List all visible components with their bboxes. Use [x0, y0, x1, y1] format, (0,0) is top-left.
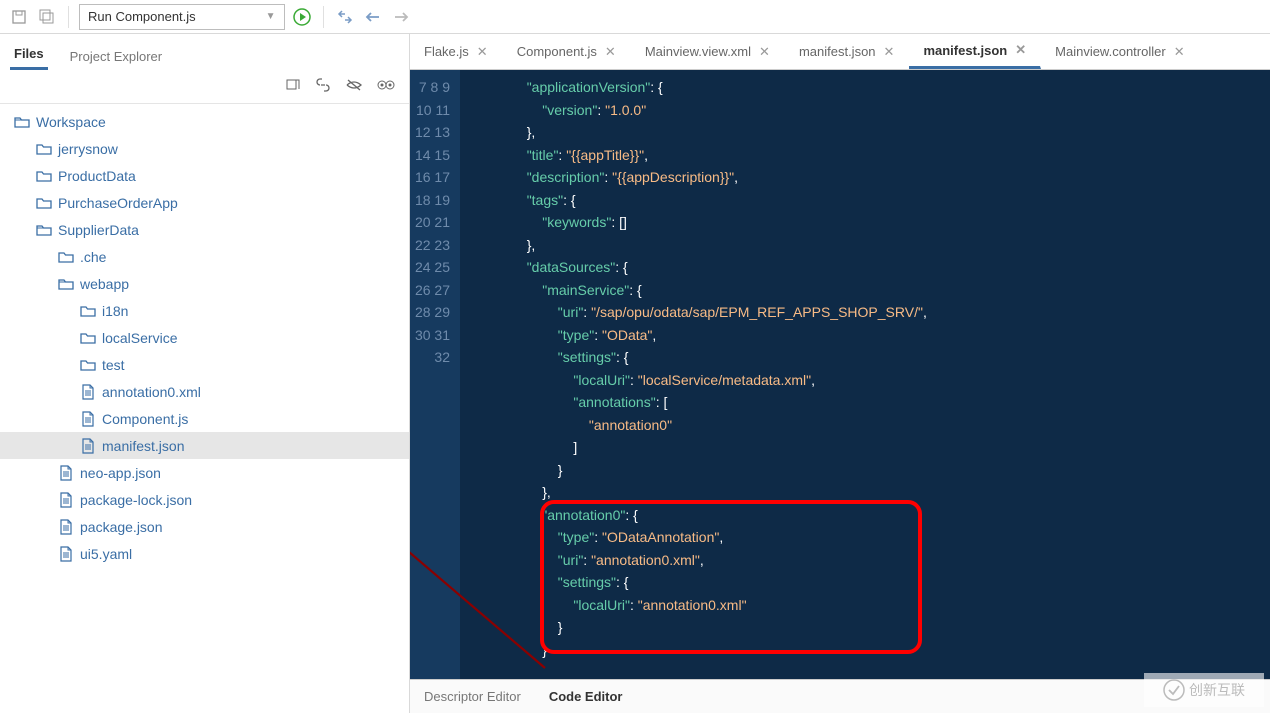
close-icon[interactable]: ✕: [1174, 44, 1185, 60]
folder-icon: [80, 330, 96, 346]
tree-item-label: webapp: [80, 276, 129, 292]
run-config-label: Run Component.js: [88, 9, 196, 24]
tree-item[interactable]: i18n: [0, 297, 409, 324]
folder-open-icon: [36, 222, 52, 238]
editor-tabstrip: Flake.js ✕ Component.js ✕ Mainview.view.xml ✕…: [410, 34, 1270, 70]
editor-tab[interactable]: Mainview.controller ✕: [1041, 34, 1199, 69]
tree-item[interactable]: jerrysnow: [0, 135, 409, 162]
tab-code-editor[interactable]: Code Editor: [549, 689, 623, 704]
editor-tab-label: manifest.json: [923, 43, 1007, 58]
tree-item[interactable]: PurchaseOrderApp: [0, 189, 409, 216]
top-toolbar: Run Component.js ▼: [0, 0, 1270, 34]
file-icon: [58, 546, 74, 562]
tree-item-label: neo-app.json: [80, 465, 161, 481]
editor-tab-label: Flake.js: [424, 44, 469, 59]
tree-item-label: manifest.json: [102, 438, 184, 454]
tab-files[interactable]: Files: [10, 38, 48, 70]
tree-item[interactable]: localService: [0, 324, 409, 351]
tab-project-explorer[interactable]: Project Explorer: [66, 41, 166, 70]
file-icon: [58, 465, 74, 481]
file-tree[interactable]: Workspace jerrysnow ProductData PurchaseOrd…: [0, 104, 409, 713]
tree-item-label: localService: [102, 330, 177, 346]
nav-back-icon[interactable]: [362, 6, 384, 28]
tree-item-label: jerrysnow: [58, 141, 118, 157]
folder-icon: [36, 195, 52, 211]
tree-item[interactable]: SupplierData: [0, 216, 409, 243]
tree-toolbar: [0, 70, 409, 104]
file-icon: [58, 492, 74, 508]
tool-icon-1[interactable]: [285, 77, 301, 96]
folder-open-icon: [58, 276, 74, 292]
tab-descriptor-editor[interactable]: Descriptor Editor: [424, 689, 521, 704]
editor-tab[interactable]: manifest.json ✕: [909, 34, 1041, 69]
save-icon[interactable]: [8, 6, 30, 28]
tree-item[interactable]: package.json: [0, 513, 409, 540]
tree-item-label: ProductData: [58, 168, 136, 184]
run-button[interactable]: [291, 6, 313, 28]
tree-item-label: Component.js: [102, 411, 188, 427]
tree-item[interactable]: manifest.json: [0, 432, 409, 459]
tree-item[interactable]: test: [0, 351, 409, 378]
code-editor[interactable]: 7 8 9 10 11 12 13 14 15 16 17 18 19 20 2…: [410, 70, 1270, 679]
close-icon[interactable]: ✕: [477, 44, 488, 60]
line-gutter: 7 8 9 10 11 12 13 14 15 16 17 18 19 20 2…: [410, 70, 460, 679]
watermark-logo: 创新互联: [1144, 673, 1264, 707]
file-icon: [80, 411, 96, 427]
folder-icon: [80, 303, 96, 319]
run-config-select[interactable]: Run Component.js ▼: [79, 4, 285, 30]
file-icon: [80, 384, 96, 400]
nav-icon-1[interactable]: [334, 6, 356, 28]
folder-icon: [36, 168, 52, 184]
folder-icon: [36, 141, 52, 157]
tree-item-label: i18n: [102, 303, 128, 319]
tree-item[interactable]: package-lock.json: [0, 486, 409, 513]
code-content[interactable]: "applicationVersion": { "version": "1.0.…: [460, 70, 1270, 679]
close-icon[interactable]: ✕: [884, 44, 895, 60]
file-icon: [58, 519, 74, 535]
tree-item-label: PurchaseOrderApp: [58, 195, 178, 211]
tree-item[interactable]: ui5.yaml: [0, 540, 409, 567]
close-icon[interactable]: ✕: [759, 44, 770, 60]
close-icon[interactable]: ✕: [1015, 42, 1026, 58]
folder-icon: [58, 249, 74, 265]
tree-item-label: package.json: [80, 519, 163, 535]
save-all-icon[interactable]: [36, 6, 58, 28]
tree-item[interactable]: Component.js: [0, 405, 409, 432]
close-icon[interactable]: ✕: [605, 44, 616, 60]
hide-icon[interactable]: [345, 78, 363, 95]
file-icon: [80, 438, 96, 454]
editor-tab[interactable]: Component.js ✕: [503, 34, 631, 69]
editor-tab-label: Mainview.controller: [1055, 44, 1166, 59]
tree-item[interactable]: .che: [0, 243, 409, 270]
tree-item[interactable]: ProductData: [0, 162, 409, 189]
tree-item-label: Workspace: [36, 114, 106, 130]
tree-item-label: test: [102, 357, 125, 373]
chevron-down-icon: ▼: [266, 11, 276, 22]
tree-item[interactable]: annotation0.xml: [0, 378, 409, 405]
tree-item[interactable]: neo-app.json: [0, 459, 409, 486]
editor-bottom-tabs: Descriptor Editor Code Editor: [410, 679, 1270, 713]
editor-tab-label: Component.js: [517, 44, 597, 59]
eyes-icon[interactable]: [377, 79, 395, 94]
tree-item-label: package-lock.json: [80, 492, 192, 508]
tree-item-label: .che: [80, 249, 106, 265]
editor-tab[interactable]: Flake.js ✕: [410, 34, 503, 69]
nav-forward-icon[interactable]: [390, 6, 412, 28]
editor-tab-label: Mainview.view.xml: [645, 44, 751, 59]
folder-icon: [80, 357, 96, 373]
tree-item-label: annotation0.xml: [102, 384, 201, 400]
tree-item[interactable]: Workspace: [0, 108, 409, 135]
tree-item-label: ui5.yaml: [80, 546, 132, 562]
editor-tab-label: manifest.json: [799, 44, 876, 59]
link-icon[interactable]: [315, 77, 331, 96]
tree-item-label: SupplierData: [58, 222, 139, 238]
tree-item[interactable]: webapp: [0, 270, 409, 297]
folder-open-icon: [14, 114, 30, 130]
editor-tab[interactable]: manifest.json ✕: [785, 34, 910, 69]
left-panel: Files Project Explorer Workspace jerrysno…: [0, 34, 410, 713]
editor-tab[interactable]: Mainview.view.xml ✕: [631, 34, 785, 69]
